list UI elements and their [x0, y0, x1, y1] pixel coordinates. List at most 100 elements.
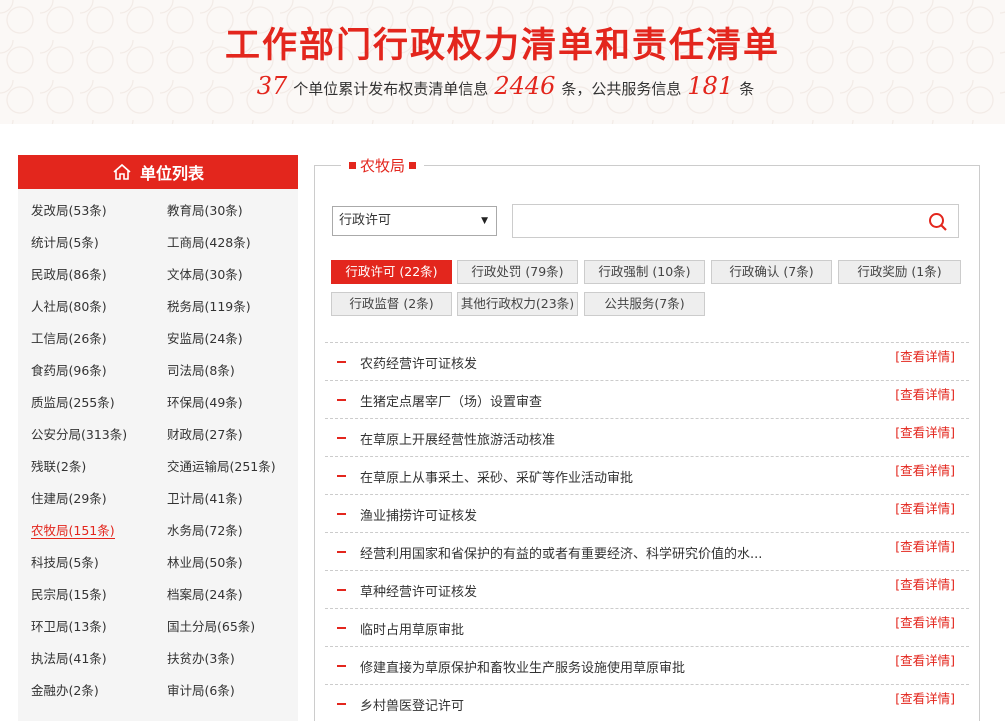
list-item: 农药经营许可证核发 [查看详情]: [325, 342, 969, 380]
sidebar-unit-item[interactable]: 财政局(27条): [167, 419, 303, 451]
sidebar-unit-label: 环卫局(13条): [31, 619, 107, 634]
sidebar-unit-item[interactable]: 环保局(49条): [167, 387, 303, 419]
category-tab[interactable]: 行政监督 (2条): [331, 292, 452, 316]
service-count: 181: [687, 72, 734, 100]
category-tab[interactable]: 行政强制 (10条): [584, 260, 705, 284]
sidebar-unit-item[interactable]: 统计局(5条): [31, 227, 167, 259]
bullet-dash-icon: [337, 399, 346, 401]
list-item: 渔业捕捞许可证核发 [查看详情]: [325, 494, 969, 532]
sidebar-unit-item[interactable]: 金融办(2条): [31, 675, 167, 707]
sidebar-unit-item[interactable]: 档案局(24条): [167, 579, 303, 611]
item-list: 农药经营许可证核发 [查看详情] 生猪定点屠宰厂（场）设置审查 [查看详情] 在草原上开…: [325, 342, 969, 721]
sidebar-unit-label: 统计局(5条): [31, 235, 99, 250]
sidebar-unit-item[interactable]: 教育局(30条): [167, 195, 303, 227]
sidebar-unit-item[interactable]: 文体局(30条): [167, 259, 303, 291]
sidebar-unit-item[interactable]: 工商局(428条): [167, 227, 303, 259]
list-item: 乡村兽医登记许可 [查看详情]: [325, 684, 969, 721]
panel-title-text: 农牧局: [360, 157, 406, 175]
sidebar-unit-item[interactable]: 残联(2条): [31, 451, 167, 483]
bullet-dash-icon: [337, 627, 346, 629]
sidebar-unit-item[interactable]: 司法局(8条): [167, 355, 303, 387]
sidebar-unit-item[interactable]: 卫计局(41条): [167, 483, 303, 515]
list-item-title[interactable]: 临时占用草原审批: [360, 619, 464, 638]
category-tab[interactable]: 行政奖励 (1条): [838, 260, 961, 284]
stats-text-3: 条: [739, 80, 755, 98]
sidebar-title: 单位列表: [139, 164, 204, 183]
sidebar-unit-item[interactable]: 林业局(50条): [167, 547, 303, 579]
unit-list: 发改局(53条) 教育局(30条) 统计局(5条) 工商局(428条) 民政局(86条)…: [18, 189, 298, 707]
sidebar-unit-item[interactable]: 人社局(80条): [31, 291, 167, 323]
main-content: 单位列表 发改局(53条) 教育局(30条) 统计局(5条) 工商局(428条) 民政局…: [0, 124, 1005, 721]
sidebar-unit-label: 税务局(119条): [167, 299, 251, 314]
sidebar-unit-label: 财政局(27条): [167, 427, 243, 442]
list-item: 经营利用国家和省保护的有益的或者有重要经济、科学研究价值的水... [查看详情]: [325, 532, 969, 570]
sidebar-unit-item[interactable]: 食药局(96条): [31, 355, 167, 387]
sidebar-unit-item[interactable]: 民宗局(15条): [31, 579, 167, 611]
category-tab[interactable]: 其他行政权力(23条): [457, 292, 578, 316]
sidebar-unit-item[interactable]: 交通运输局(251条): [167, 451, 303, 483]
category-select[interactable]: 行政许可 ▼: [332, 206, 497, 236]
list-item-title[interactable]: 修建直接为草原保护和畜牧业生产服务设施使用草原审批: [360, 657, 685, 676]
list-item-title[interactable]: 生猪定点屠宰厂（场）设置审查: [360, 391, 542, 410]
view-detail-link[interactable]: [查看详情]: [895, 346, 955, 365]
list-item-title[interactable]: 草种经营许可证核发: [360, 581, 477, 600]
sidebar-unit-label: 教育局(30条): [167, 203, 243, 218]
sidebar-unit-label: 环保局(49条): [167, 395, 243, 410]
view-detail-link[interactable]: [查看详情]: [895, 650, 955, 669]
view-detail-link[interactable]: [查看详情]: [895, 422, 955, 441]
sidebar-unit-label: 民宗局(15条): [31, 587, 107, 602]
view-detail-link[interactable]: [查看详情]: [895, 612, 955, 631]
sidebar-unit-item[interactable]: 水务局(72条): [167, 515, 303, 547]
sidebar-unit-label: 林业局(50条): [167, 555, 243, 570]
sidebar-unit-item[interactable]: 税务局(119条): [167, 291, 303, 323]
sidebar-unit-item[interactable]: 科技局(5条): [31, 547, 167, 579]
sidebar-unit-item[interactable]: 公安分局(313条): [31, 419, 167, 451]
bullet-dash-icon: [337, 361, 346, 363]
category-tab[interactable]: 行政确认 (7条): [711, 260, 832, 284]
view-detail-link[interactable]: [查看详情]: [895, 384, 955, 403]
view-detail-link[interactable]: [查看详情]: [895, 498, 955, 517]
category-tab[interactable]: 行政许可 (22条): [331, 260, 452, 284]
view-detail-link[interactable]: [查看详情]: [895, 688, 955, 707]
sidebar-unit-label: 国土分局(65条): [167, 619, 256, 634]
list-item-title[interactable]: 在草原上开展经营性旅游活动核准: [360, 429, 555, 448]
unit-count: 37: [256, 72, 288, 100]
category-tab[interactable]: 公共服务(7条): [584, 292, 705, 316]
sidebar-unit-label: 残联(2条): [31, 459, 87, 474]
sidebar-unit-item[interactable]: 农牧局(151条): [31, 515, 167, 547]
sidebar-unit-item[interactable]: 民政局(86条): [31, 259, 167, 291]
detail-panel: 农牧局 行政许可 ▼ 行政许可 (22条) 行政处罚 (79条) 行政强制 (10条…: [314, 156, 980, 721]
sidebar-unit-label: 民政局(86条): [31, 267, 107, 282]
sidebar-unit-label: 质监局(255条): [31, 395, 115, 410]
select-value: 行政许可: [339, 213, 392, 228]
category-tab[interactable]: 行政处罚 (79条): [457, 260, 578, 284]
search-icon[interactable]: [928, 212, 948, 232]
sidebar-unit-item[interactable]: 扶贫办(3条): [167, 643, 303, 675]
search-input[interactable]: [513, 205, 913, 237]
sidebar-unit-item[interactable]: 发改局(53条): [31, 195, 167, 227]
unit-sidebar: 单位列表 发改局(53条) 教育局(30条) 统计局(5条) 工商局(428条) 民政局…: [18, 155, 298, 721]
list-item-title[interactable]: 渔业捕捞许可证核发: [360, 505, 477, 524]
list-item-title[interactable]: 经营利用国家和省保护的有益的或者有重要经济、科学研究价值的水...: [360, 543, 762, 562]
sidebar-unit-item[interactable]: 质监局(255条): [31, 387, 167, 419]
sidebar-unit-item[interactable]: 工信局(26条): [31, 323, 167, 355]
sidebar-unit-item[interactable]: 审计局(6条): [167, 675, 303, 707]
sidebar-unit-item[interactable]: 执法局(41条): [31, 643, 167, 675]
sidebar-unit-item[interactable]: 安监局(24条): [167, 323, 303, 355]
sidebar-unit-item[interactable]: 环卫局(13条): [31, 611, 167, 643]
sidebar-unit-item[interactable]: 国土分局(65条): [167, 611, 303, 643]
square-icon: [409, 161, 417, 169]
list-item-title[interactable]: 在草原上从事采土、采砂、采矿等作业活动审批: [360, 467, 633, 486]
list-item: 生猪定点屠宰厂（场）设置审查 [查看详情]: [325, 380, 969, 418]
sidebar-unit-label: 司法局(8条): [167, 363, 235, 378]
square-icon: [349, 161, 356, 169]
view-detail-link[interactable]: [查看详情]: [895, 536, 955, 555]
list-item-title[interactable]: 乡村兽医登记许可: [360, 695, 464, 714]
stats-text-2: 条，公共服务信息: [561, 80, 682, 98]
sidebar-unit-item[interactable]: 住建局(29条): [31, 483, 167, 515]
sidebar-unit-label: 金融办(2条): [31, 683, 99, 698]
list-item-title[interactable]: 农药经营许可证核发: [360, 353, 477, 372]
view-detail-link[interactable]: [查看详情]: [895, 460, 955, 479]
sidebar-unit-label: 工商局(428条): [167, 235, 251, 250]
view-detail-link[interactable]: [查看详情]: [895, 574, 955, 593]
